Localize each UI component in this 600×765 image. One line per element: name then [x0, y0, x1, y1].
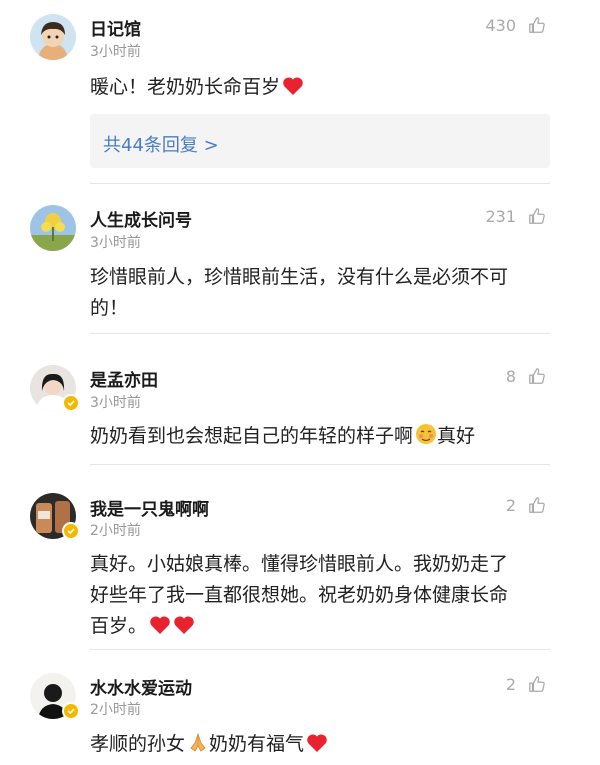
verified-badge-icon	[62, 702, 80, 720]
timestamp: 2小时前	[90, 702, 141, 718]
like-count: 8	[505, 367, 516, 386]
divider	[90, 333, 550, 334]
comment-text-line: 百岁。	[90, 611, 550, 645]
comment-item: 是孟亦田 3小时前 8 奶奶看到也会想起自己的年轻的样子啊 真好	[0, 335, 600, 465]
view-replies-button[interactable]: 共44条回复 >	[90, 114, 550, 168]
comment-text-line: 的！	[90, 297, 129, 319]
comment-text-content: 百岁。	[90, 615, 148, 637]
like-count: 2	[505, 496, 516, 515]
comment-text: 孝顺的孙女 奶奶有福气	[90, 729, 550, 763]
heart-emoji	[306, 732, 328, 763]
comment-item: 水水水爱运动 2小时前 2 孝顺的孙女 奶奶有福气	[0, 650, 600, 765]
comment-text-content: 真好	[437, 425, 476, 447]
avatar[interactable]	[30, 14, 76, 60]
comment-item: 我是一只鬼啊啊 2小时前 2 真好。小姑娘真棒。懂得珍惜眼前人。我奶奶走了 好些…	[0, 465, 600, 650]
praying-hands-emoji	[187, 731, 209, 763]
like-count: 2	[505, 675, 516, 694]
like-count: 430	[485, 16, 516, 35]
comment-text-content: 孝顺的孙女	[90, 733, 186, 755]
verified-badge-icon	[62, 522, 80, 540]
comment-text: 奶奶看到也会想起自己的年轻的样子啊 真好	[90, 421, 550, 455]
like-count: 231	[485, 207, 516, 226]
comment-text-line: 珍惜眼前人，珍惜眼前生活，没有什么是必须不可	[90, 266, 509, 288]
divider	[90, 183, 550, 184]
heart-emoji	[173, 614, 195, 645]
comment-text-content: 暖心！老奶奶长命百岁	[90, 76, 281, 98]
thumbs-up-icon[interactable]	[528, 367, 546, 385]
timestamp: 3小时前	[90, 44, 141, 60]
heart-emoji	[149, 614, 171, 645]
verified-badge-icon	[62, 394, 80, 412]
timestamp: 2小时前	[90, 523, 141, 539]
username[interactable]: 是孟亦田	[90, 366, 158, 391]
comment-text: 珍惜眼前人，珍惜眼前生活，没有什么是必须不可 的！	[90, 262, 550, 324]
comment-text-line: 真好。小姑娘真棒。懂得珍惜眼前人。我奶奶走了	[90, 553, 509, 575]
view-replies-label: 共44条回复 >	[103, 135, 219, 156]
comment-item: 人生成长问号 3小时前 231 珍惜眼前人，珍惜眼前生活，没有什么是必须不可 的…	[0, 185, 600, 335]
timestamp: 3小时前	[90, 395, 141, 411]
shy-face-emoji	[415, 423, 437, 455]
thumbs-up-icon[interactable]	[528, 496, 546, 514]
heart-emoji	[282, 75, 304, 106]
comment-text: 暖心！老奶奶长命百岁	[90, 72, 550, 106]
username[interactable]: 日记馆	[90, 15, 141, 40]
thumbs-up-icon[interactable]	[528, 16, 546, 34]
comment-text-content: 奶奶看到也会想起自己的年轻的样子啊	[90, 425, 414, 447]
username[interactable]: 我是一只鬼啊啊	[90, 495, 209, 520]
comment-item: 日记馆 3小时前 430 暖心！老奶奶长命百岁 共44条回复 >	[0, 0, 600, 185]
timestamp: 3小时前	[90, 235, 141, 251]
username[interactable]: 人生成长问号	[90, 206, 192, 231]
comment-text-content: 奶奶有福气	[209, 733, 305, 755]
avatar[interactable]	[30, 205, 76, 251]
thumbs-up-icon[interactable]	[528, 207, 546, 225]
thumbs-up-icon[interactable]	[528, 675, 546, 693]
comment-text-line: 好些年了我一直都很想她。祝老奶奶身体健康长命	[90, 584, 509, 606]
comment-text: 真好。小姑娘真棒。懂得珍惜眼前人。我奶奶走了 好些年了我一直都很想她。祝老奶奶身…	[90, 549, 550, 645]
username[interactable]: 水水水爱运动	[90, 674, 192, 699]
